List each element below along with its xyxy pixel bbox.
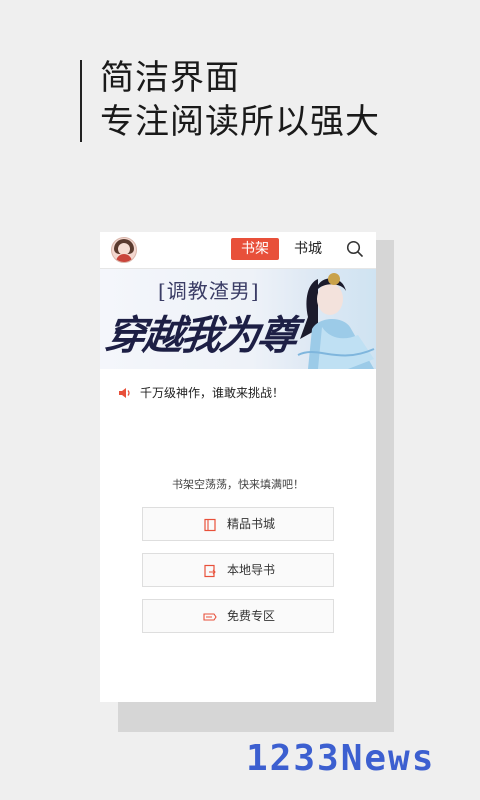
free-tag-icon [203, 613, 217, 621]
empty-shelf-message: 书架空荡荡，快来填满吧！ [172, 478, 304, 491]
local-import-label: 本地导书 [227, 563, 276, 577]
banner-illustration [297, 273, 375, 369]
search-icon[interactable] [346, 240, 364, 258]
promo-line-2: 专注阅读所以强大 [100, 102, 380, 142]
promo-line-1: 简洁界面 [100, 58, 240, 98]
promo-divider [80, 60, 82, 142]
local-import-button[interactable]: 本地导书 [142, 553, 334, 587]
notice-text: 千万级神作，谁敢来挑战！ [140, 386, 285, 400]
free-zone-label: 免费专区 [227, 609, 276, 623]
banner-subtitle: [调教渣男] [158, 279, 260, 303]
tab-bookstore[interactable]: 书城 [286, 238, 330, 260]
book-icon [204, 518, 216, 532]
watermark: 1233News [246, 738, 436, 779]
premium-store-label: 精品书城 [227, 517, 276, 531]
free-zone-button[interactable]: 免费专区 [142, 599, 334, 633]
import-icon [204, 564, 216, 578]
avatar[interactable] [111, 237, 137, 263]
premium-store-button[interactable]: 精品书城 [142, 507, 334, 541]
tab-bookshelf[interactable]: 书架 [231, 238, 279, 260]
speaker-icon [119, 388, 130, 398]
promo-banner[interactable]: [调教渣男] 穿越我为尊 [100, 269, 376, 369]
banner-title: 穿越我为尊 [102, 312, 299, 359]
top-bar: 书架 书城 [100, 232, 376, 269]
phone-screen: 书架 书城 [调教渣男] 穿越我为尊 千万级神作，谁敢来挑战！ 书架空荡荡，快来… [100, 232, 376, 702]
